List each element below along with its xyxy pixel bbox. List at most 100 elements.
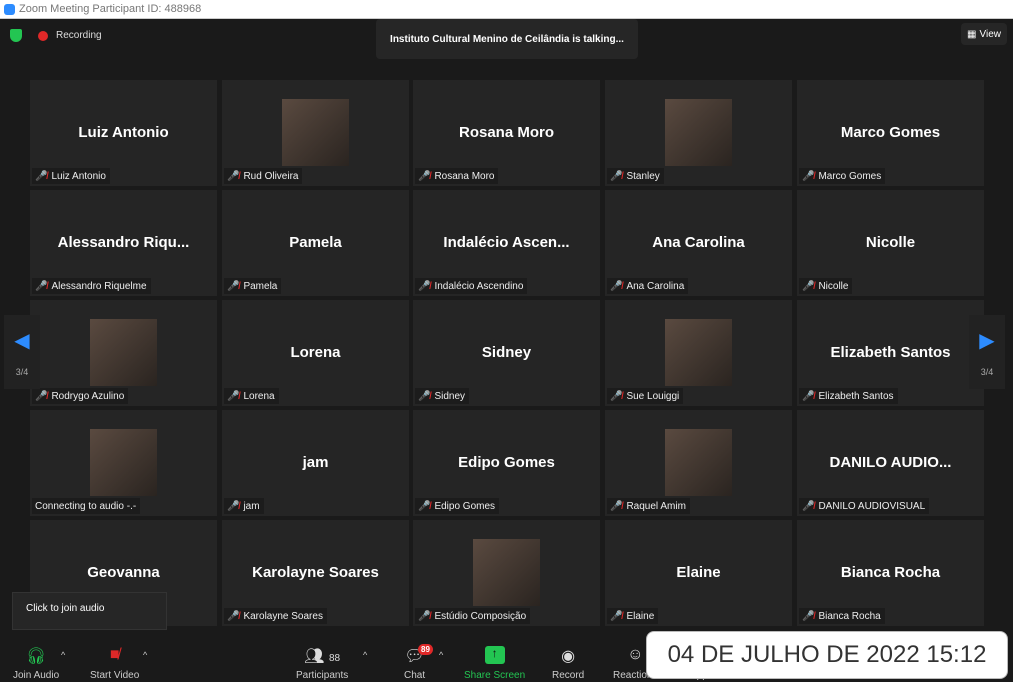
reactions-icon: ☺ <box>627 646 644 663</box>
arrow-right-icon: ▶ <box>979 329 995 352</box>
participant-name: Alessandro Riquelme <box>51 280 147 292</box>
participant-name: Pamela <box>243 280 278 292</box>
participant-tile[interactable]: 🎤̸ Sue Louiggi <box>605 300 792 406</box>
participant-tile[interactable]: Alessandro Riqu... 🎤̸ Alessandro Riquelme <box>30 190 217 296</box>
participant-name-label: 🎤̸ Elizabeth Santos <box>799 388 898 404</box>
participant-name: Edipo Gomes <box>434 500 496 512</box>
participant-count: 88 <box>328 653 341 664</box>
participant-name-label: 🎤̸ Stanley <box>607 168 664 184</box>
participant-tile[interactable]: 🎤̸ Rodrygo Azulino <box>30 300 217 406</box>
participant-display-name: Elaine <box>676 564 721 581</box>
participant-tile[interactable]: Pamela 🎤̸ Pamela <box>222 190 409 296</box>
arrow-left-icon: ◀ <box>14 329 30 352</box>
page-indicator-right: 3/4 <box>980 366 994 377</box>
chat-label: Chat <box>404 670 426 681</box>
mic-muted-icon: 🎤̸ <box>610 500 623 512</box>
mic-muted-icon: 🎤̸ <box>802 280 815 292</box>
participant-photo <box>90 429 157 496</box>
participant-name: Ana Carolina <box>626 280 685 292</box>
participants-icon: 👥︎ 88 <box>304 648 341 665</box>
participant-tile[interactable]: 🎤̸ Rud Oliveira <box>222 80 409 186</box>
window-titlebar: Zoom Meeting Participant ID: 488968 <box>0 0 1013 19</box>
participant-tile[interactable]: Elizabeth Santos 🎤̸ Elizabeth Santos <box>797 300 984 406</box>
start-video-label: Start Video <box>90 670 140 681</box>
share-screen-label: Share Screen <box>464 670 526 681</box>
participant-tile[interactable]: Nicolle 🎤̸ Nicolle <box>797 190 984 296</box>
participant-name-label: Connecting to audio -.- <box>32 498 141 514</box>
participant-name: Marco Gomes <box>818 170 882 182</box>
participant-name-label: 🎤̸ Estúdio Composição <box>415 608 531 624</box>
view-button[interactable]: ▦ View <box>961 23 1007 45</box>
chat-caret[interactable]: ^ <box>439 650 443 660</box>
participant-tile[interactable]: Bianca Rocha 🎤̸ Bianca Rocha <box>797 520 984 626</box>
participant-name: Elaine <box>626 610 655 622</box>
participant-tile[interactable]: Sidney 🎤̸ Sidney <box>413 300 600 406</box>
participant-name-label: 🎤̸ Bianca Rocha <box>799 608 885 624</box>
join-audio-label: Join Audio <box>13 670 60 681</box>
record-button[interactable]: ◉ Record <box>552 646 584 681</box>
participant-tile[interactable]: Edipo Gomes 🎤̸ Edipo Gomes <box>413 410 600 516</box>
active-speaker-banner: Instituto Cultural Menino de Ceilândia i… <box>376 19 638 59</box>
mic-muted-icon: 🎤̸ <box>610 280 623 292</box>
participant-display-name: Pamela <box>289 234 342 251</box>
participant-display-name: Indalécio Ascen... <box>443 234 570 251</box>
mic-muted-icon: 🎤̸ <box>802 610 815 622</box>
participant-name-label: 🎤̸ Ana Carolina <box>607 278 689 294</box>
participant-name-label: 🎤̸ Sue Louiggi <box>607 388 684 404</box>
mic-muted-icon: 🎤̸ <box>227 390 240 402</box>
participant-photo <box>665 319 732 386</box>
participants-caret[interactable]: ^ <box>363 650 367 660</box>
next-page-button[interactable]: ▶ 3/4 <box>969 315 1005 389</box>
participant-name-label: 🎤̸ Edipo Gomes <box>415 498 500 514</box>
share-screen-button[interactable]: ↑ Share Screen <box>464 646 525 681</box>
mic-muted-icon: 🎤̸ <box>418 390 431 402</box>
participant-name: DANILO AUDIOVISUAL <box>818 500 926 512</box>
page-indicator-left: 3/4 <box>15 366 29 377</box>
mic-muted-icon: 🎤̸ <box>610 610 623 622</box>
participant-name: jam <box>243 500 260 512</box>
participant-name-label: 🎤̸ Rud Oliveira <box>224 168 303 184</box>
start-video-button[interactable]: ■̸ Start Video <box>90 646 139 681</box>
participant-tile[interactable]: Elaine 🎤̸ Elaine <box>605 520 792 626</box>
participant-tile[interactable]: 🎤̸ Stanley <box>605 80 792 186</box>
participant-name-label: 🎤̸ Elaine <box>607 608 659 624</box>
participant-tile[interactable]: 🎤̸ Raquel Amim <box>605 410 792 516</box>
participant-display-name: Edipo Gomes <box>458 454 555 471</box>
participant-tile[interactable]: Ana Carolina 🎤̸ Ana Carolina <box>605 190 792 296</box>
participant-name-label: 🎤̸ Karolayne Soares <box>224 608 327 624</box>
mic-muted-icon: 🎤̸ <box>418 610 431 622</box>
participant-tile[interactable]: Luiz Antonio 🎤̸ Luiz Antonio <box>30 80 217 186</box>
participant-photo <box>665 429 732 496</box>
join-audio-button[interactable]: 🎧︎ Join Audio <box>13 646 59 681</box>
participant-photo <box>282 99 349 166</box>
zoom-logo-icon <box>4 3 15 15</box>
participant-tile[interactable]: Lorena 🎤̸ Lorena <box>222 300 409 406</box>
participant-name-label: 🎤̸ Pamela <box>224 278 282 294</box>
participant-tile[interactable]: Karolayne Soares 🎤̸ Karolayne Soares <box>222 520 409 626</box>
participant-name-label: 🎤̸ Luiz Antonio <box>32 168 110 184</box>
participant-tile[interactable]: Marco Gomes 🎤̸ Marco Gomes <box>797 80 984 186</box>
participant-name-label: 🎤̸ Rodrygo Azulino <box>32 388 129 404</box>
participant-name-label: 🎤̸ Marco Gomes <box>799 168 886 184</box>
video-off-icon: ■̸ <box>109 646 120 663</box>
participant-name: Rodrygo Azulino <box>51 390 125 402</box>
participant-tile[interactable]: 🎤̸ Estúdio Composição <box>413 520 600 626</box>
mic-muted-icon: 🎤̸ <box>418 280 431 292</box>
record-label: Record <box>552 670 585 681</box>
security-shield-icon[interactable] <box>10 29 22 42</box>
participant-tile[interactable]: Indalécio Ascen... 🎤̸ Indalécio Ascendino <box>413 190 600 296</box>
recording-status: Recording <box>56 30 102 41</box>
previous-page-button[interactable]: ◀ 3/4 <box>4 315 40 389</box>
participant-tile[interactable]: jam 🎤̸ jam <box>222 410 409 516</box>
video-options-caret[interactable]: ^ <box>143 650 147 660</box>
participant-name: Sidney <box>434 390 466 402</box>
participant-tile[interactable]: DANILO AUDIO... 🎤̸ DANILO AUDIOVISUAL <box>797 410 984 516</box>
participant-name: Stanley <box>626 170 660 182</box>
mic-muted-icon: 🎤̸ <box>35 170 48 182</box>
grid-icon: ▦ <box>967 28 977 40</box>
participant-tile[interactable]: Connecting to audio -.- <box>30 410 217 516</box>
participants-button[interactable]: 👥︎ 88 Participants <box>296 646 348 681</box>
participant-tile[interactable]: Rosana Moro 🎤̸ Rosana Moro <box>413 80 600 186</box>
audio-options-caret[interactable]: ^ <box>61 650 65 660</box>
participant-name: Karolayne Soares <box>243 610 323 622</box>
